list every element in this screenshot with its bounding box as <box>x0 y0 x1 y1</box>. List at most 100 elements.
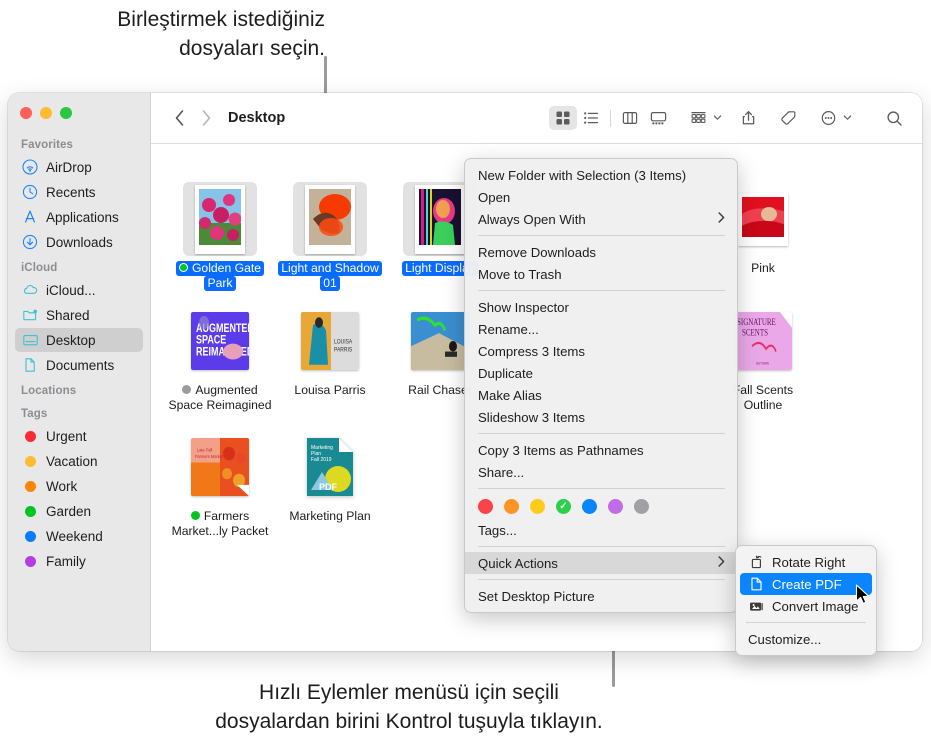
file-label: Golden Gate Park <box>164 261 276 291</box>
rail-chaser-preview <box>411 312 469 370</box>
sidebar-tag-urgent[interactable]: Urgent <box>15 424 143 448</box>
sidebar-item-documents[interactable]: Documents <box>15 353 143 377</box>
file-item[interactable]: LOUISA PARRIS Louisa Parris <box>271 304 389 398</box>
sidebar-item-downloads[interactable]: Downloads <box>15 230 143 254</box>
menu-separator <box>478 433 725 434</box>
menu-separator <box>478 488 725 489</box>
menu-item-label: Always Open With <box>478 211 586 227</box>
file-item[interactable]: Light and Shadow 01 <box>271 182 389 291</box>
augmented-space-preview: AUGMENTED SPACE REIMAGINED <box>191 312 249 370</box>
sidebar-item-applications[interactable]: Applications <box>15 205 143 229</box>
file-label: Pink <box>751 261 775 275</box>
submenu-item-label: Create PDF <box>772 576 842 592</box>
menu-item-rename[interactable]: Rename... <box>465 318 737 340</box>
list-view-button[interactable] <box>577 106 605 130</box>
sidebar-item-desktop[interactable]: Desktop <box>15 328 143 352</box>
sidebar-tag-garden[interactable]: Garden <box>15 499 143 523</box>
sidebar-item-label: Shared <box>46 307 90 323</box>
menu-item-duplicate[interactable]: Duplicate <box>465 362 737 384</box>
tag-color-green[interactable]: ✓ <box>556 499 571 514</box>
back-button[interactable] <box>167 105 193 131</box>
file-item[interactable]: AUGMENTED SPACE REIMAGINED Augmented Spa… <box>161 304 279 413</box>
tag-color-purple[interactable] <box>608 499 623 514</box>
pdf-page-icon <box>748 577 765 591</box>
farmers-market-preview: Late Fall Farmers Market <box>191 438 249 496</box>
forward-button[interactable] <box>193 105 219 131</box>
menu-item-new-folder-with-selection[interactable]: New Folder with Selection (3 Items) <box>465 164 737 186</box>
share-button[interactable] <box>734 106 762 130</box>
tag-dot-icon <box>21 427 39 445</box>
tag-color-blue[interactable] <box>582 499 597 514</box>
menu-separator <box>478 579 725 580</box>
menu-item-quick-actions[interactable]: Quick Actions <box>465 552 737 574</box>
tag-color-red[interactable] <box>478 499 493 514</box>
group-by-button[interactable] <box>684 106 712 130</box>
menu-item-make-alias[interactable]: Make Alias <box>465 384 737 406</box>
sidebar-item-recents[interactable]: Recents <box>15 180 143 204</box>
icon-view-button[interactable] <box>549 106 577 130</box>
sidebar-item-label: Vacation <box>46 453 98 469</box>
submenu-item-create-pdf[interactable]: Create PDF <box>740 573 872 595</box>
context-menu: New Folder with Selection (3 Items) Open… <box>464 158 738 613</box>
zoom-button[interactable] <box>60 107 72 119</box>
sidebar-item-icloud[interactable]: iCloud... <box>15 278 143 302</box>
tag-button[interactable] <box>774 106 802 130</box>
menu-item-set-desktop-picture[interactable]: Set Desktop Picture <box>465 585 737 607</box>
menu-item-copy-as-pathnames[interactable]: Copy 3 Items as Pathnames <box>465 439 737 461</box>
sidebar-tag-family[interactable]: Family <box>15 549 143 573</box>
toolbar-divider <box>610 109 611 127</box>
sidebar-item-shared[interactable]: Shared <box>15 303 143 327</box>
file-item[interactable]: Marketing Plan Fall 2019 PDF Marketing P… <box>271 430 389 524</box>
menu-item-slideshow[interactable]: Slideshow 3 Items <box>465 406 737 428</box>
sidebar-item-label: Family <box>46 553 86 569</box>
tag-dot-icon <box>21 527 39 545</box>
tag-color-row: ✓ <box>465 494 737 519</box>
light-and-shadow-preview <box>309 188 351 245</box>
tag-color-yellow[interactable] <box>530 499 545 514</box>
submenu-item-rotate-right[interactable]: Rotate Right <box>740 551 872 573</box>
menu-item-tags[interactable]: Tags... <box>465 519 737 541</box>
photo-frame <box>738 192 788 246</box>
sidebar-tag-weekend[interactable]: Weekend <box>15 524 143 548</box>
sidebar-tag-work[interactable]: Work <box>15 474 143 498</box>
golden-gate-park-preview <box>199 188 242 245</box>
menu-item-open[interactable]: Open <box>465 186 737 208</box>
sidebar-item-label: AirDrop <box>46 159 92 175</box>
file-thumbnail: AUGMENTED SPACE REIMAGINED <box>183 304 257 378</box>
column-view-button[interactable] <box>616 106 644 130</box>
file-item[interactable]: Golden Gate Park <box>161 182 279 291</box>
gallery-view-button[interactable] <box>644 106 672 130</box>
tag-dot-icon <box>21 477 39 495</box>
breadcrumb[interactable]: Desktop <box>228 110 285 126</box>
chevron-down-icon[interactable] <box>843 109 852 127</box>
svg-text:PARRIS: PARRIS <box>334 347 352 354</box>
file-item[interactable]: Late Fall Farmers Market Farmers Market.… <box>161 430 279 539</box>
downloads-icon <box>21 233 39 251</box>
file-label: Marketing Plan <box>289 509 371 523</box>
sidebar-section-tags: Tags <box>21 408 48 420</box>
chevron-down-icon[interactable] <box>713 109 722 127</box>
tag-color-orange[interactable] <box>504 499 519 514</box>
minimize-button[interactable] <box>40 107 52 119</box>
menu-item-move-to-trash[interactable]: Move to Trash <box>465 263 737 285</box>
menu-item-always-open-with[interactable]: Always Open With <box>465 208 737 230</box>
photo-frame <box>415 184 465 254</box>
search-button[interactable] <box>880 106 908 130</box>
menu-item-remove-downloads[interactable]: Remove Downloads <box>465 241 737 263</box>
menu-item-compress[interactable]: Compress 3 Items <box>465 340 737 362</box>
sidebar-item-airdrop[interactable]: AirDrop <box>15 155 143 179</box>
tag-color-gray[interactable] <box>634 499 649 514</box>
close-button[interactable] <box>20 107 32 119</box>
submenu-item-convert-image[interactable]: Convert Image <box>740 595 872 617</box>
marketing-plan-pdf-icon: Marketing Plan Fall 2019 PDF <box>307 438 353 496</box>
submenu-item-customize[interactable]: Customize... <box>740 628 872 650</box>
toolbar: Desktop <box>151 93 922 144</box>
more-button[interactable] <box>814 106 842 130</box>
sidebar-tag-vacation[interactable]: Vacation <box>15 449 143 473</box>
annotation-bottom: Hızlı Eylemler menüsü için seçili dosyal… <box>215 681 603 733</box>
tag-dot-icon <box>190 511 200 520</box>
menu-item-share[interactable]: Share... <box>465 461 737 483</box>
menu-item-show-inspector[interactable]: Show Inspector <box>465 296 737 318</box>
sidebar: Favorites AirDrop Recents Applications D… <box>8 93 151 651</box>
photo-frame <box>305 184 355 254</box>
